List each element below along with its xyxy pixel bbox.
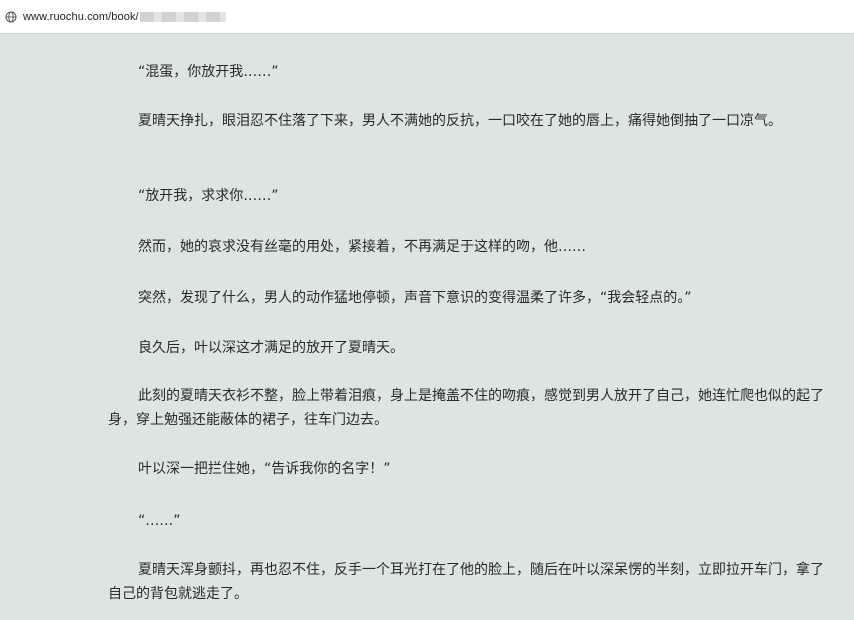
paragraph-9: “……” — [138, 513, 181, 529]
address-bar[interactable]: www.ruochu.com/book/ — [0, 0, 854, 33]
paragraph-8: 叶以深一把拦住她，“告诉我你的名字！” — [138, 461, 391, 477]
paragraph-5: 突然，发现了什么，男人的动作猛地停顿，声音下意识的变得温柔了许多，“我会轻点的。… — [138, 290, 692, 306]
paragraph-10: 夏晴天浑身颤抖，再也忍不住，反手一个耳光打在了他的脸上，随后在叶以深呆愣的半刻，… — [108, 562, 824, 602]
paragraph-1: “混蛋，你放开我……” — [138, 64, 279, 80]
globe-icon — [5, 11, 17, 22]
paragraph-4: 然而，她的哀求没有丝毫的用处，紧接着，不再满足于这样的吻，他…… — [138, 239, 586, 255]
paragraph-3: “放开我，求求你……” — [138, 188, 279, 204]
paragraph-2: 夏晴天挣扎，眼泪忍不住落了下来，男人不满她的反抗，一口咬在了她的唇上，痛得她倒抽… — [138, 113, 782, 129]
url-text[interactable]: www.ruochu.com/book/ — [23, 11, 139, 23]
paragraph-7: 此刻的夏晴天衣衫不整，脸上带着泪痕，身上是掩盖不住的吻痕，感觉到男人放开了自己，… — [108, 388, 824, 428]
paragraph-6: 良久后，叶以深这才满足的放开了夏晴天。 — [138, 340, 404, 356]
redacted-url-segment — [139, 11, 226, 22]
reader-content: “混蛋，你放开我……” 夏晴天挣扎，眼泪忍不住落了下来，男人不满她的反抗，一口咬… — [0, 33, 854, 620]
